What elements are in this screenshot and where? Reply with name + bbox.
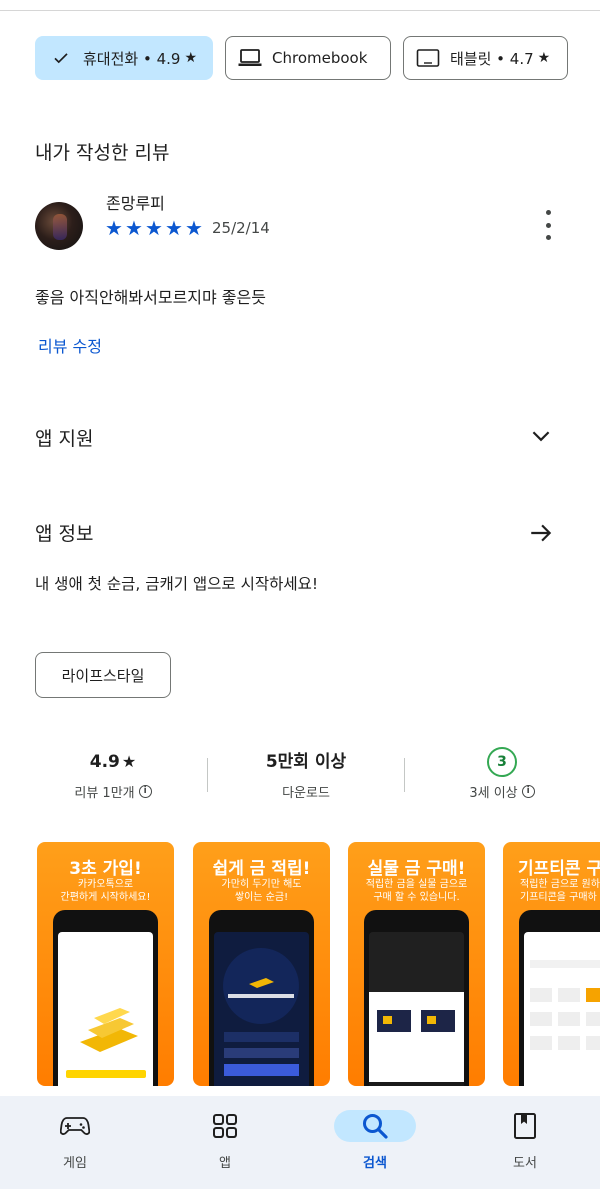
downloads-value: 5만회 이상 <box>265 752 347 772</box>
age-rating-label: 3세 이상 <box>469 786 518 801</box>
screenshot-subtitle: 카카오톡으로 간편하게 시작하세요! <box>60 879 151 903</box>
star-icon: ★ <box>145 216 163 240</box>
stat-age-rating: 3 3세 이상 i <box>417 747 587 801</box>
nav-item-apps[interactable]: 앱 <box>150 1096 300 1189</box>
device-chip-phone[interactable]: 휴대전화 • 4.9 ★ <box>35 36 213 80</box>
star-icon: ★ <box>537 50 551 66</box>
gold-bar-illustration <box>66 1008 146 1078</box>
star-icon: ★ <box>125 216 143 240</box>
nav-item-search[interactable]: 검색 <box>300 1096 450 1189</box>
nav-item-books[interactable]: 도서 <box>450 1096 600 1189</box>
device-chip-chromebook[interactable]: Chromebook <box>225 36 391 80</box>
nav-label: 검색 <box>363 1156 387 1171</box>
screenshot-title: 기프티콘 구 <box>518 859 600 879</box>
rating-label: 리뷰 1만개 <box>74 786 135 801</box>
info-icon[interactable]: i <box>521 785 535 798</box>
screenshot-subtitle: 적립한 금을 실물 금으로 구매 할 수 있습니다. <box>365 879 468 903</box>
genre-chip[interactable]: 라이프스타일 <box>35 652 171 698</box>
gold-shop-illustration <box>369 932 464 1082</box>
app-info-heading[interactable]: 앱 정보 <box>35 519 93 546</box>
reviewer-name: 존망루피 <box>106 194 165 213</box>
review-stars: ★ ★ ★ ★ ★ <box>104 216 204 240</box>
gamepad-icon <box>41 1110 109 1142</box>
search-icon <box>334 1110 416 1142</box>
screenshot-title: 실물 금 구매! <box>367 859 466 879</box>
phone-mockup <box>364 910 469 1086</box>
downloads-label: 다운로드 <box>282 786 330 801</box>
top-divider <box>0 0 600 11</box>
nav-label: 앱 <box>219 1156 231 1171</box>
avatar <box>35 202 83 250</box>
phone-mockup <box>519 910 600 1086</box>
screenshot-title: 3초 가입! <box>69 859 142 879</box>
device-chip-label: 휴대전화 • 4.9 <box>83 49 181 68</box>
screenshot-4[interactable]: 기프티콘 구 적립한 금으로 원하 기프티콘을 구매하 <box>503 842 600 1086</box>
bottom-navigation: 게임 앱 검색 도서 <box>0 1096 600 1189</box>
star-icon: ★ <box>105 216 123 240</box>
stat-rating: 4.9 ★ 리뷰 1만개 i <box>28 748 198 801</box>
stat-divider <box>207 758 208 792</box>
star-icon: ★ <box>121 752 137 771</box>
device-chip-label: 태블릿 • 4.7 <box>450 49 534 68</box>
screenshot-subtitle: 가만히 두기만 해도 쌓이는 순금! <box>221 879 302 903</box>
phone-mockup <box>209 910 314 1086</box>
screenshot-title: 쉽게 금 적립! <box>212 859 311 879</box>
screenshot-1[interactable]: 3초 가입! 카카오톡으로 간편하게 시작하세요! <box>37 842 174 1086</box>
stat-downloads: 5만회 이상 다운로드 <box>221 748 391 801</box>
star-icon: ★ <box>185 216 203 240</box>
star-icon: ★ <box>165 216 183 240</box>
device-chip-label: Chromebook <box>272 49 368 67</box>
check-icon <box>49 46 73 70</box>
chevron-down-icon[interactable] <box>528 423 554 449</box>
screenshot-subtitle: 적립한 금으로 원하 기프티콘을 구매하 <box>520 879 600 903</box>
screenshot-3[interactable]: 실물 금 구매! 적립한 금을 실물 금으로 구매 할 수 있습니다. <box>348 842 485 1086</box>
gold-counter-illustration <box>223 948 299 1076</box>
more-options-icon[interactable] <box>536 210 560 240</box>
screenshot-2[interactable]: 쉽게 금 적립! 가만히 두기만 해도 쌓이는 순금! <box>193 842 330 1086</box>
book-icon <box>491 1110 559 1142</box>
device-chip-tablet[interactable]: 태블릿 • 4.7 ★ <box>403 36 568 80</box>
info-icon[interactable]: i <box>138 785 152 798</box>
laptop-icon <box>238 46 262 70</box>
edit-review-link[interactable]: 리뷰 수정 <box>38 333 102 357</box>
app-description: 내 생애 첫 순금, 금캐기 앱으로 시작하세요! <box>35 575 319 593</box>
nav-label: 게임 <box>63 1156 87 1171</box>
arrow-right-icon[interactable] <box>528 520 554 546</box>
star-icon: ★ <box>184 50 198 66</box>
stat-divider <box>404 758 405 792</box>
review-date: 25/2/14 <box>212 219 270 237</box>
tablet-icon <box>416 46 440 70</box>
gifticon-grid-illustration <box>530 960 600 1050</box>
app-support-heading[interactable]: 앱 지원 <box>35 424 93 451</box>
apps-grid-icon <box>191 1110 259 1142</box>
my-review-heading: 내가 작성한 리뷰 <box>35 142 170 164</box>
phone-mockup <box>53 910 158 1086</box>
nav-label: 도서 <box>513 1156 537 1171</box>
age-rating-badge: 3 <box>487 747 517 777</box>
nav-item-games[interactable]: 게임 <box>0 1096 150 1189</box>
rating-value: 4.9 <box>89 752 120 772</box>
review-text: 좋음 아직안해봐서모르지먀 좋은듯 <box>35 288 266 307</box>
